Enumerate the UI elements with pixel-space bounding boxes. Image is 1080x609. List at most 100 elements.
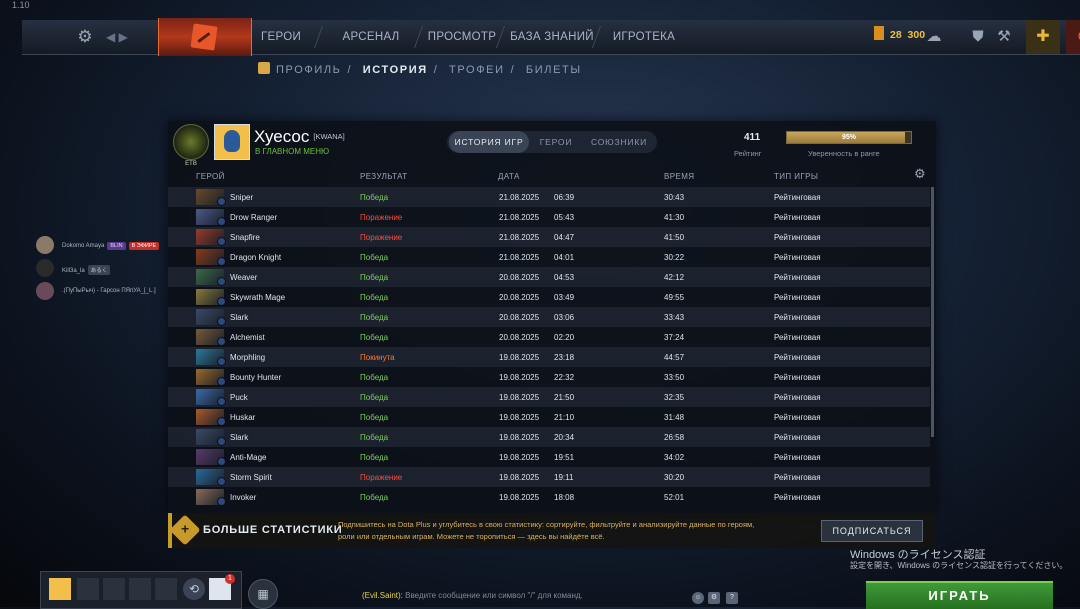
table-row[interactable]: Slark Победа 20.08.2025 03:06 33:43 Рейтингов…: [168, 307, 930, 327]
party-slot[interactable]: [77, 578, 99, 600]
banner-text: Подпишитесь на Dota Plus и углубитесь в …: [338, 520, 755, 541]
match-clock: 20:34: [554, 433, 575, 442]
hero-name: Dragon Knight: [230, 253, 282, 262]
hero-name: Weaver: [230, 273, 258, 282]
dota-plus-icon[interactable]: ✚: [1026, 20, 1060, 54]
table-row[interactable]: Sniper Победа 21.08.2025 06:39 30:43 Рейтинго…: [168, 187, 930, 207]
nav-arcade[interactable]: ИГРОТЕКА: [608, 20, 680, 54]
header-hero[interactable]: ГЕРОЙ: [196, 172, 225, 181]
nav-heroes[interactable]: ГЕРОИ: [250, 20, 312, 54]
table-row[interactable]: Storm Spirit Поражение 19.08.2025 19:11 30:2…: [168, 467, 930, 487]
match-type: Рейтинговая: [774, 233, 821, 242]
table-row[interactable]: Snapfire Поражение 21.08.2025 04:47 41:50 Рей…: [168, 227, 930, 247]
table-row[interactable]: Anti-Mage Победа 19.08.2025 19:51 34:02 Рейти…: [168, 447, 930, 467]
match-type: Рейтинговая: [774, 333, 821, 342]
subscribe-button[interactable]: ПОДПИСАТЬСЯ: [821, 520, 923, 542]
match-type: Рейтинговая: [774, 373, 821, 382]
hero-name: Invoker: [230, 493, 257, 502]
hero-portrait-icon: [196, 469, 226, 486]
subnav-trophies[interactable]: ТРОФЕИ: [449, 64, 505, 76]
nav-knowledge-base[interactable]: БАЗА ЗНАНИЙ: [510, 20, 594, 54]
friend-name: Kill3a_la: [62, 268, 85, 274]
party-settings-icon[interactable]: ⟲: [183, 578, 205, 600]
party-slot[interactable]: [129, 578, 151, 600]
party-slot[interactable]: [103, 578, 125, 600]
match-result: Победа: [360, 433, 389, 442]
match-date: 20.08.2025: [499, 273, 540, 282]
party-self-avatar[interactable]: [49, 578, 71, 600]
nav-arrows[interactable]: ◀ ▶: [106, 26, 138, 48]
match-date: 21.08.2025: [499, 253, 540, 262]
match-date: 20.08.2025: [499, 313, 540, 322]
top-bar: ⚙ ◀ ▶ ГЕРОИ АРСЕНАЛ ПРОСМОТР БАЗА ЗНАНИЙ…: [22, 18, 1080, 56]
party-notification-icon[interactable]: 1: [209, 574, 235, 600]
table-row[interactable]: Weaver Победа 20.08.2025 04:53 42:12 Рейтинго…: [168, 267, 930, 287]
nav-arsenal[interactable]: АРСЕНАЛ: [336, 20, 406, 54]
header-time[interactable]: ВРЕМЯ: [664, 172, 694, 181]
match-clock: 23:18: [554, 353, 575, 362]
match-date: 21.08.2025: [499, 233, 540, 242]
table-row[interactable]: Drow Ranger Поражение 21.08.2025 05:43 41:30…: [168, 207, 930, 227]
dota-logo-button[interactable]: [158, 18, 252, 56]
help-icon[interactable]: ?: [726, 592, 738, 604]
table-row[interactable]: Slark Победа 19.08.2025 20:34 26:58 Рейтингов…: [168, 427, 930, 447]
table-row[interactable]: Huskar Победа 19.08.2025 21:10 31:48 Рейтинго…: [168, 407, 930, 427]
match-clock: 03:06: [554, 313, 575, 322]
party-slot[interactable]: [155, 578, 177, 600]
table-row[interactable]: Morphling Покинута 19.08.2025 23:18 44:57 Рей…: [168, 347, 930, 367]
table-row[interactable]: Skywrath Mage Победа 20.08.2025 03:49 49:55 Р…: [168, 287, 930, 307]
match-type: Рейтинговая: [774, 493, 821, 502]
emoji-icon[interactable]: ☺: [692, 592, 704, 604]
match-date: 19.08.2025: [499, 493, 540, 502]
match-date: 19.08.2025: [499, 393, 540, 402]
tools-icon[interactable]: ⚒: [990, 24, 1018, 50]
confidence-text: 95%: [841, 134, 856, 141]
header-type[interactable]: ТИП ИГРЫ: [774, 172, 818, 181]
tab-allies[interactable]: СОЮЗНИКИ: [583, 131, 655, 153]
table-row[interactable]: Dragon Knight Победа 21.08.2025 04:01 30:22 Р…: [168, 247, 930, 267]
player-avatar[interactable]: [214, 124, 250, 160]
match-clock: 06:39: [554, 193, 575, 202]
power-icon[interactable]: ⏻: [1066, 20, 1080, 54]
friend-avatar: [36, 259, 54, 277]
currency-display[interactable]: 28 300: [874, 26, 925, 48]
subnav-history[interactable]: ИСТОРИЯ: [363, 64, 428, 76]
table-settings-gear-icon[interactable]: ⚙: [914, 166, 926, 182]
settings-gear-icon[interactable]: ⚙: [72, 26, 98, 48]
table-row[interactable]: Puck Победа 19.08.2025 21:50 32:35 Рейтингова…: [168, 387, 930, 407]
tab-heroes[interactable]: ГЕРОИ: [531, 131, 581, 153]
subnav-tickets[interactable]: БИЛЕТЫ: [526, 64, 582, 76]
party-menu-icon[interactable]: ▦: [248, 579, 278, 609]
match-result: Победа: [360, 493, 389, 502]
chat-channel-name: (Evil.Saint):: [362, 591, 403, 600]
tab-match-history[interactable]: ИСТОРИЯ ИГР: [449, 131, 529, 153]
shield-icon[interactable]: ⛊: [964, 24, 992, 50]
hero-portrait-icon: [196, 249, 226, 266]
nav-watch[interactable]: ПРОСМОТР: [426, 20, 498, 54]
play-button[interactable]: ИГРАТЬ: [866, 581, 1053, 609]
match-date: 19.08.2025: [499, 433, 540, 442]
subnav-profile[interactable]: ПРОФИЛЬ: [276, 64, 341, 76]
table-row[interactable]: Alchemist Победа 20.08.2025 02:20 37:24 Рейти…: [168, 327, 930, 347]
header-result[interactable]: РЕЗУЛЬТАТ: [360, 172, 408, 181]
chat-input[interactable]: (Evil.Saint): Введите сообщение или симв…: [362, 591, 583, 600]
match-type: Рейтинговая: [774, 433, 821, 442]
player-tag: [KWANA]: [313, 132, 345, 141]
table-row[interactable]: Bounty Hunter Победа 19.08.2025 22:32 33:50 Р…: [168, 367, 930, 387]
profile-avatar-small-icon: [258, 62, 270, 74]
match-result: Победа: [360, 413, 389, 422]
hero-name: Slark: [230, 313, 249, 322]
header-date[interactable]: ДАТА: [498, 172, 520, 181]
match-result: Победа: [360, 293, 389, 302]
scrollbar[interactable]: [931, 187, 934, 437]
chat-bubble-icon[interactable]: ☁: [920, 24, 948, 50]
match-type: Рейтинговая: [774, 293, 821, 302]
match-clock: 21:10: [554, 413, 575, 422]
rank-medal-icon[interactable]: ETB: [173, 124, 209, 167]
chat-settings-icon[interactable]: ⚙: [708, 592, 720, 604]
hero-name: Huskar: [230, 413, 256, 422]
hero-portrait-icon: [196, 449, 226, 466]
hero-portrait-icon: [196, 429, 226, 446]
table-row[interactable]: Invoker Победа 19.08.2025 18:08 52:01 Рейтинг…: [168, 487, 930, 507]
match-date: 21.08.2025: [499, 213, 540, 222]
